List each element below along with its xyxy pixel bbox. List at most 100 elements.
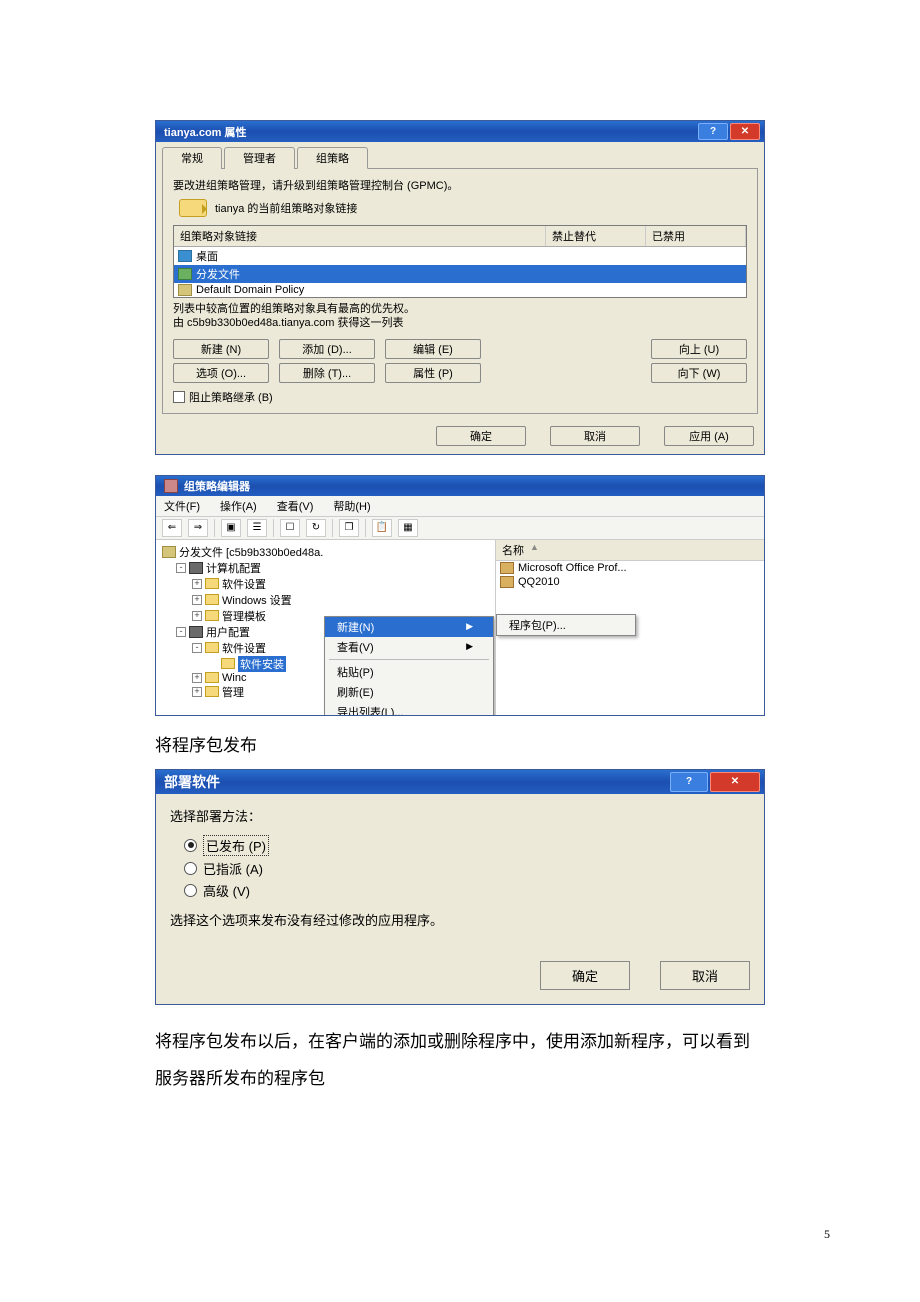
radio-advanced-label: 高级 (V): [203, 881, 250, 900]
folder-icon: [205, 578, 219, 589]
up-folder-icon[interactable]: ▣: [221, 519, 241, 537]
col-gpo-link[interactable]: 组策略对象链接: [174, 226, 546, 246]
expand-icon[interactable]: +: [192, 673, 202, 683]
deploy-dialog: 部署软件 ? ✕ 选择部署方法： 已发布 (P) 已指派 (A) 高级 (V) …: [155, 769, 765, 1005]
menu-item-paste[interactable]: 粘贴(P): [325, 662, 493, 682]
folder-icon: [205, 642, 219, 653]
body-paragraph: 将程序包发布以后，在客户端的添加或删除程序中，使用添加新程序，可以看到服务器所发…: [155, 1023, 765, 1098]
tab-general[interactable]: 常规: [162, 147, 222, 169]
desktop-icon: [178, 250, 192, 262]
tab-group-policy[interactable]: 组策略: [297, 147, 368, 169]
radio-assigned-label: 已指派 (A): [203, 859, 263, 878]
forward-icon[interactable]: ⇒: [188, 519, 208, 537]
collapse-icon[interactable]: -: [176, 563, 186, 573]
radio-published[interactable]: [184, 839, 197, 852]
paste-icon[interactable]: 📋: [372, 519, 392, 537]
block-inherit-label: 阻止策略继承 (B): [189, 389, 273, 405]
tab-managers[interactable]: 管理者: [224, 147, 295, 169]
user-config-icon: [189, 626, 203, 638]
policy-icon: [178, 268, 192, 280]
tree-view[interactable]: 分发文件 [c5b9b330b0ed48a. -计算机配置 +软件设置 +Win…: [156, 540, 496, 715]
col-name[interactable]: 名称: [502, 542, 524, 558]
apply-button[interactable]: 应用 (A): [664, 426, 754, 446]
source-note: 由 c5b9b330b0ed48a.tianya.com 获得这一列表: [173, 316, 747, 330]
add-button[interactable]: 添加 (D)...: [279, 339, 375, 359]
list-item[interactable]: Default Domain Policy: [174, 283, 746, 297]
properties-dialog: tianya.com 属性 ? ✕ 常规 管理者 组策略 要改进组策略管理，请升…: [155, 120, 765, 455]
collapse-icon[interactable]: -: [176, 627, 186, 637]
block-inherit-checkbox[interactable]: [173, 391, 185, 403]
options-button[interactable]: 选项 (O)...: [173, 363, 269, 383]
folder-icon: [205, 686, 219, 697]
menu-item-refresh[interactable]: 刷新(E): [325, 682, 493, 702]
deploy-method-label: 选择部署方法：: [170, 806, 750, 825]
ok-button[interactable]: 确定: [436, 426, 526, 446]
window-title: tianya.com 属性: [164, 124, 247, 140]
chevron-right-icon: ▶: [466, 621, 473, 632]
menu-item-package[interactable]: 程序包(P)...: [497, 615, 635, 635]
folder-icon: [205, 672, 219, 683]
radio-advanced[interactable]: [184, 884, 197, 897]
gpmc-notice: 要改进组策略管理，请升级到组策略管理控制台 (GPMC)。: [173, 177, 747, 193]
folder-icon: [205, 610, 219, 621]
titlebar[interactable]: 部署软件 ? ✕: [156, 770, 764, 794]
package-icon: [500, 576, 514, 588]
close-icon[interactable]: ✕: [710, 772, 760, 792]
properties-button[interactable]: 属性 (P): [385, 363, 481, 383]
cancel-button[interactable]: 取消: [660, 961, 750, 990]
app-icon: [164, 479, 178, 493]
ok-button[interactable]: 确定: [540, 961, 630, 990]
expand-icon[interactable]: +: [192, 687, 202, 697]
toolbar: ⇐ ⇒ ▣ ☰ ☐ ↻ ❐ 📋 ▦: [156, 517, 764, 540]
collapse-icon[interactable]: -: [192, 643, 202, 653]
down-button[interactable]: 向下 (W): [651, 363, 747, 383]
menu-item-export[interactable]: 导出列表(L)...: [325, 702, 493, 715]
window-title: 组策略编辑器: [184, 478, 250, 494]
titlebar[interactable]: tianya.com 属性 ? ✕: [156, 121, 764, 142]
back-icon[interactable]: ⇐: [162, 519, 182, 537]
col-no-override[interactable]: 禁止替代: [546, 226, 646, 246]
menu-help[interactable]: 帮助(H): [333, 498, 370, 514]
tree-item-software-install[interactable]: 软件安装: [238, 656, 286, 672]
group-policy-icon: [178, 284, 192, 296]
gpo-list[interactable]: 组策略对象链接 禁止替代 已禁用 桌面 分发文件 Default Domain …: [173, 225, 747, 298]
priority-note: 列表中较高位置的组策略对象具有最高的优先权。: [173, 302, 747, 316]
menu-bar: 文件(F) 操作(A) 查看(V) 帮助(H): [156, 496, 764, 517]
cancel-button[interactable]: 取消: [550, 426, 640, 446]
expand-icon[interactable]: +: [192, 611, 202, 621]
menu-item-view[interactable]: 查看(V)▶: [325, 637, 493, 657]
col-disabled[interactable]: 已禁用: [646, 226, 746, 246]
close-icon[interactable]: ✕: [730, 123, 760, 140]
titlebar[interactable]: 组策略编辑器: [156, 476, 764, 496]
list-item[interactable]: QQ2010: [496, 575, 764, 589]
new-button[interactable]: 新建 (N): [173, 339, 269, 359]
menu-action[interactable]: 操作(A): [220, 498, 257, 514]
caption-publish: 将程序包发布: [155, 732, 765, 759]
folder-icon: [221, 658, 235, 669]
chevron-right-icon: ▶: [466, 641, 473, 652]
properties-icon[interactable]: ☐: [280, 519, 300, 537]
copy-icon[interactable]: ❐: [339, 519, 359, 537]
list-item[interactable]: Microsoft Office Prof...: [496, 561, 764, 575]
menu-item-new[interactable]: 新建(N)▶: [325, 617, 493, 637]
menu-view[interactable]: 查看(V): [277, 498, 314, 514]
sort-asc-icon: ▲: [530, 542, 539, 558]
up-button[interactable]: 向上 (U): [651, 339, 747, 359]
expand-icon[interactable]: +: [192, 595, 202, 605]
edit-button[interactable]: 编辑 (E): [385, 339, 481, 359]
list-icon[interactable]: ☰: [247, 519, 267, 537]
details-icon[interactable]: ▦: [398, 519, 418, 537]
help-icon[interactable]: ?: [670, 772, 708, 792]
delete-button[interactable]: 删除 (T)...: [279, 363, 375, 383]
refresh-icon[interactable]: ↻: [306, 519, 326, 537]
menu-file[interactable]: 文件(F): [164, 498, 200, 514]
help-icon[interactable]: ?: [698, 123, 728, 140]
list-item[interactable]: 桌面: [174, 247, 746, 265]
package-icon: [500, 562, 514, 574]
root-icon: [162, 546, 176, 558]
page-number: 5: [824, 1227, 830, 1242]
submenu-new: 程序包(P)...: [496, 614, 636, 636]
list-item[interactable]: 分发文件: [174, 265, 746, 283]
expand-icon[interactable]: +: [192, 579, 202, 589]
radio-assigned[interactable]: [184, 862, 197, 875]
